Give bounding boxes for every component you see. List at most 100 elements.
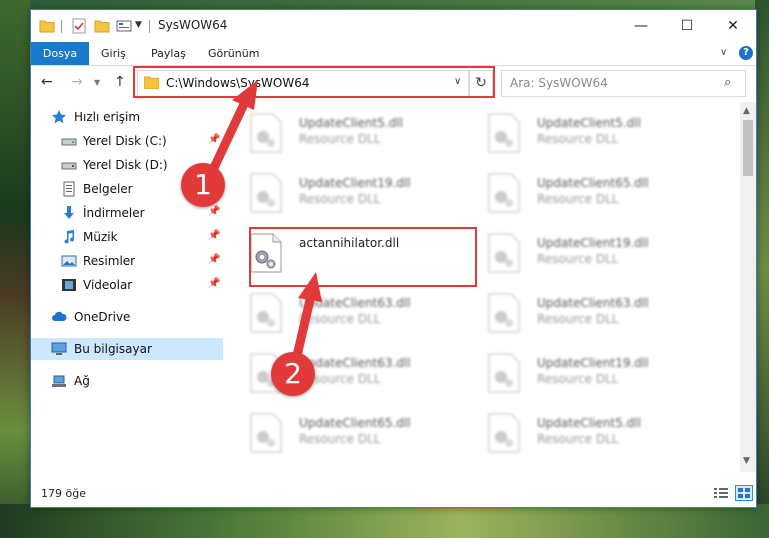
sidebar-item-local-disk-c[interactable]: Yerel Disk (C:) 📌 (31, 130, 223, 152)
sidebar-item-pictures[interactable]: Resimler 📌 (31, 250, 223, 272)
sidebar-item-label: Hızlı erişim (74, 110, 141, 124)
sidebar-item-videos[interactable]: Videolar 📌 (31, 274, 223, 296)
rename-icon[interactable] (116, 18, 132, 34)
dll-file-icon (488, 413, 520, 453)
step-2-badge: 2 (271, 352, 315, 396)
properties-check-icon[interactable] (71, 18, 87, 34)
file-item[interactable]: UpdateClient63.dll Resource DLL (473, 288, 697, 340)
scroll-down-arrow-icon[interactable]: ▼ (743, 456, 750, 466)
back-arrow-icon[interactable]: ← (41, 74, 53, 90)
sidebar-item-label: Yerel Disk (C:) (83, 134, 167, 148)
file-name: UpdateClient5.dll (537, 116, 641, 130)
status-bar: 179 öğe (31, 482, 756, 506)
dll-file-icon (488, 233, 520, 273)
file-item[interactable]: UpdateClient63.dll Resource DLL (235, 288, 459, 340)
ribbon-tabs: Dosya Giriş Paylaş Görünüm ∨ ? (31, 42, 756, 66)
file-name: UpdateClient63.dll (299, 296, 411, 310)
item-count: 179 öğe (41, 487, 86, 500)
sidebar-item-network[interactable]: Ağ (31, 370, 223, 392)
file-item[interactable]: UpdateClient5.dll Resource DLL (473, 408, 697, 460)
pictures-icon (61, 255, 77, 267)
dll-file-icon (488, 353, 520, 393)
sidebar-item-label: Resimler (83, 254, 136, 268)
toolbar-separator (149, 20, 150, 33)
desktop-background-right (755, 0, 769, 538)
desktop-background-left (0, 0, 30, 538)
file-item[interactable]: UpdateClient19.dll Resource DLL (235, 168, 459, 220)
help-icon[interactable]: ? (739, 46, 753, 60)
search-input[interactable]: Ara: SysWOW64 ⌕ (501, 70, 746, 97)
window-title: SysWOW64 (158, 18, 228, 32)
documents-icon (63, 181, 75, 197)
file-name: UpdateClient63.dll (299, 356, 411, 370)
dll-file-icon (250, 413, 282, 453)
sidebar-item-music[interactable]: Müzik 📌 (31, 226, 223, 248)
tab-view[interactable]: Görünüm (208, 42, 259, 65)
file-item[interactable]: UpdateClient5.dll Resource DLL (235, 108, 459, 160)
toolbar-separator (61, 20, 62, 33)
file-name: UpdateClient65.dll (299, 416, 411, 430)
dll-file-icon (488, 293, 520, 333)
scrollbar-thumb[interactable] (743, 120, 753, 176)
pin-icon: 📌 (208, 254, 221, 265)
expand-ribbon-icon[interactable]: ∨ (720, 47, 727, 58)
file-item[interactable]: UpdateClient19.dll Resource DLL (473, 348, 697, 400)
details-view-icon[interactable] (713, 486, 729, 500)
file-item[interactable]: UpdateClient19.dll Resource DLL (473, 228, 697, 280)
file-type: Resource DLL (299, 312, 381, 326)
dll-file-icon (488, 173, 520, 213)
file-item[interactable]: UpdateClient65.dll Resource DLL (235, 408, 459, 460)
sidebar-item-label: Bu bilgisayar (74, 342, 152, 356)
scroll-up-arrow-icon[interactable]: ▲ (743, 106, 750, 116)
tab-file[interactable]: Dosya (31, 42, 89, 65)
up-arrow-icon[interactable]: ↑ (114, 74, 126, 90)
file-name: UpdateClient5.dll (299, 116, 403, 130)
file-name: UpdateClient63.dll (537, 296, 649, 310)
file-type: Resource DLL (537, 432, 619, 446)
sidebar-item-label: Ağ (74, 374, 90, 388)
sidebar-item-quick-access[interactable]: Hızlı erişim (31, 106, 223, 128)
search-icon[interactable]: ⌕ (724, 75, 731, 90)
file-name: UpdateClient19.dll (537, 236, 649, 250)
new-folder-icon[interactable] (94, 18, 110, 34)
minimize-button[interactable]: — (618, 10, 664, 42)
large-icons-view-icon[interactable] (735, 485, 753, 501)
drive-icon (61, 138, 77, 146)
file-item[interactable]: UpdateClient65.dll Resource DLL (473, 168, 697, 220)
vertical-scrollbar[interactable]: ▲ ▼ (740, 102, 756, 472)
tab-home[interactable]: Giriş (101, 42, 126, 65)
desktop-background-bottom (0, 504, 769, 538)
sidebar-item-label: Belgeler (83, 182, 133, 196)
tab-share[interactable]: Paylaş (151, 42, 186, 65)
file-name: UpdateClient19.dll (537, 356, 649, 370)
dll-file-icon (250, 113, 282, 153)
recent-locations-dropdown-icon[interactable]: ▼ (94, 78, 100, 87)
sidebar-item-this-pc[interactable]: Bu bilgisayar (31, 338, 223, 360)
maximize-button[interactable]: ☐ (664, 10, 710, 42)
sidebar-item-label: İndirmeler (83, 206, 145, 220)
video-icon (62, 279, 76, 291)
file-type: Resource DLL (537, 252, 619, 266)
file-list: UpdateClient5.dll Resource DLL UpdateCli… (235, 102, 739, 472)
file-type: Resource DLL (537, 312, 619, 326)
file-highlight (249, 227, 477, 287)
dll-file-icon (250, 293, 282, 333)
download-icon (64, 206, 74, 219)
file-type: Resource DLL (299, 432, 381, 446)
close-button[interactable]: ✕ (710, 10, 756, 42)
network-icon (52, 375, 66, 387)
sidebar-item-label: Yerel Disk (D:) (83, 158, 168, 172)
folder-icon[interactable] (39, 18, 55, 34)
forward-arrow-icon[interactable]: → (71, 74, 83, 90)
address-bar-highlight (133, 66, 495, 98)
file-type: Resource DLL (537, 372, 619, 386)
file-type: Resource DLL (537, 192, 619, 206)
file-type: Resource DLL (537, 132, 619, 146)
navigation-pane: Hızlı erişim Yerel Disk (C:) 📌 Yerel Dis… (31, 102, 223, 472)
file-item[interactable]: UpdateClient5.dll Resource DLL (473, 108, 697, 160)
file-item[interactable]: UpdateClient63.dll Resource DLL (235, 348, 459, 400)
customize-toolbar-dropdown-icon[interactable]: ▼ (135, 20, 142, 30)
dll-file-icon (250, 173, 282, 213)
computer-icon (51, 342, 67, 355)
sidebar-item-onedrive[interactable]: OneDrive (31, 306, 223, 328)
